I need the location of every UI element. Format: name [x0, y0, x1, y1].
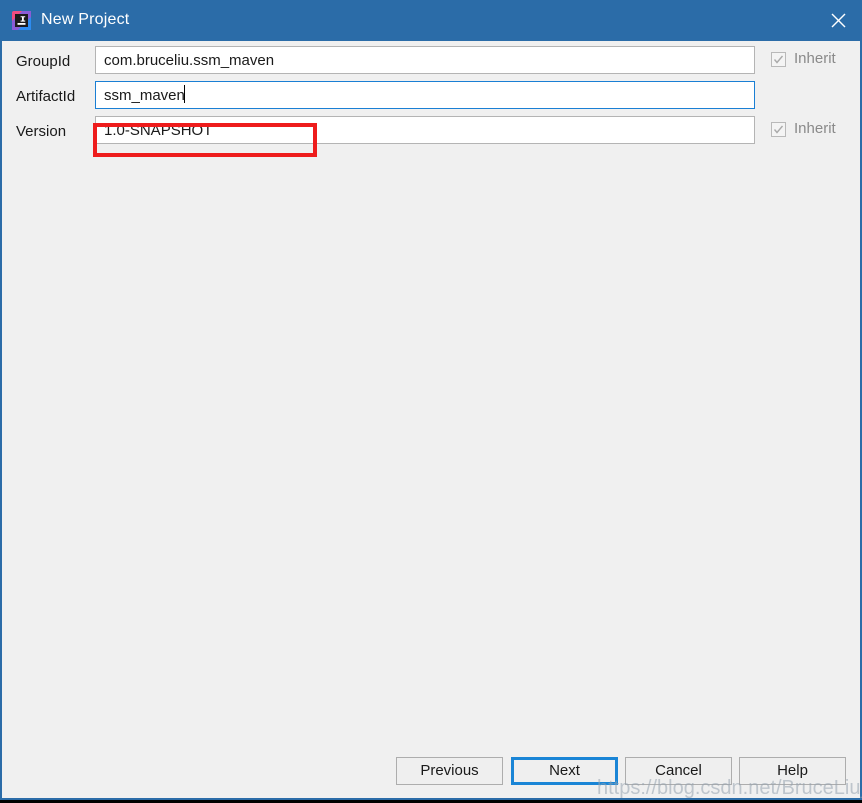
field-row-version: Version Inherit — [2, 116, 862, 151]
intellij-idea-icon — [12, 11, 31, 30]
text-caret — [184, 85, 185, 103]
version-input[interactable] — [95, 116, 755, 144]
field-row-groupid: GroupId Inherit — [2, 46, 862, 81]
field-row-artifactid: ArtifactId — [2, 81, 862, 116]
groupid-inherit-label: Inherit — [794, 50, 836, 67]
version-inherit-checkbox[interactable]: Inherit — [771, 120, 836, 138]
window-title: New Project — [41, 11, 130, 28]
project-coordinates-form: GroupId Inherit ArtifactId Version — [2, 41, 860, 751]
cancel-button[interactable]: Cancel — [625, 757, 732, 785]
groupid-inherit-checkbox[interactable]: Inherit — [771, 50, 836, 68]
checkmark-icon — [771, 121, 786, 137]
groupid-label: GroupId — [16, 53, 71, 70]
version-inherit-label: Inherit — [794, 120, 836, 137]
artifactid-label: ArtifactId — [16, 88, 76, 105]
groupid-input[interactable] — [95, 46, 755, 74]
close-icon[interactable] — [814, 0, 862, 41]
next-button[interactable]: Next — [511, 757, 618, 785]
checkmark-icon — [771, 51, 786, 67]
dialog-button-bar: Previous Next Cancel Help — [2, 751, 860, 798]
new-project-dialog: New Project GroupId Inherit — [0, 0, 862, 800]
artifactid-input[interactable] — [95, 81, 755, 109]
help-button[interactable]: Help — [739, 757, 846, 785]
version-label: Version — [16, 123, 67, 140]
title-bar: New Project — [0, 0, 862, 41]
previous-button[interactable]: Previous — [396, 757, 503, 785]
